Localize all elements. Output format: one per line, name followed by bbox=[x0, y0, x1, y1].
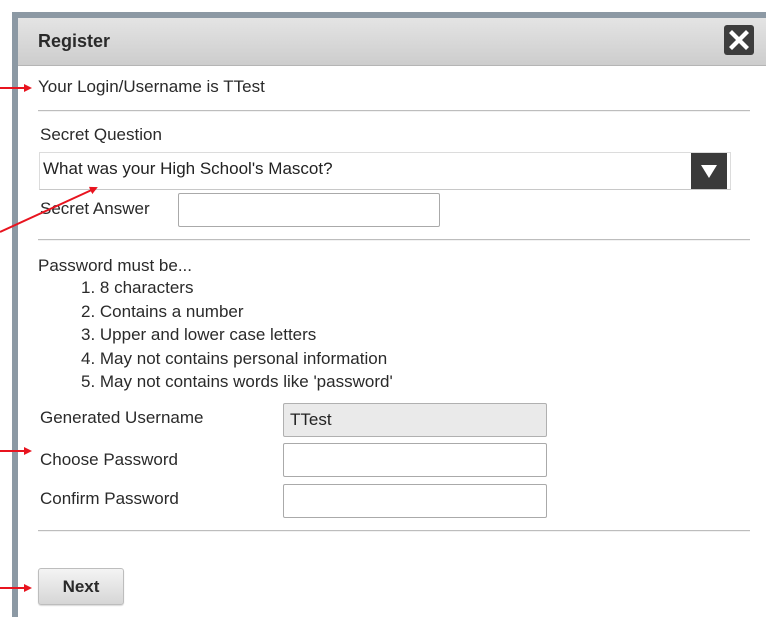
generated-username-field bbox=[283, 403, 547, 437]
chevron-down-icon bbox=[701, 165, 717, 178]
generated-username-label: Generated Username bbox=[40, 408, 204, 427]
divider-1 bbox=[38, 110, 750, 112]
register-dialog: Register Your Login/Username is TTest Se… bbox=[18, 18, 766, 617]
close-x-icon bbox=[729, 30, 749, 50]
password-rule-item: 2. Contains a number bbox=[81, 301, 244, 321]
password-rule-item: 5. May not contains words like 'password… bbox=[81, 372, 393, 392]
password-rule-item: 1. 8 characters bbox=[81, 278, 194, 297]
confirm-password-label: Confirm Password bbox=[40, 489, 179, 508]
divider-2 bbox=[38, 239, 750, 241]
close-button[interactable] bbox=[724, 25, 754, 55]
secret-question-selected: What was your High School's Mascot? bbox=[43, 159, 333, 178]
password-rule-item: 3. Upper and lower case letters bbox=[81, 325, 317, 345]
password-rule-item: 4. May not contains personal information bbox=[81, 348, 388, 368]
secret-question-dropdown-button[interactable] bbox=[691, 153, 727, 189]
dialog-title: Register bbox=[38, 31, 111, 51]
confirm-password-input[interactable] bbox=[283, 484, 547, 518]
choose-password-label: Choose Password bbox=[40, 450, 178, 469]
divider-3 bbox=[38, 530, 750, 532]
next-button[interactable]: Next bbox=[38, 568, 124, 605]
login-username-message: Your Login/Username is TTest bbox=[38, 77, 265, 96]
dialog-titlebar: Register bbox=[18, 18, 766, 66]
secret-question-label: Secret Question bbox=[40, 125, 162, 144]
secret-answer-label: Secret Answer bbox=[40, 199, 150, 218]
password-rules-list: 1. 8 characters 2. Contains a number 3. … bbox=[81, 276, 393, 394]
screenshot-stage: Register Your Login/Username is TTest Se… bbox=[0, 0, 766, 617]
choose-password-input[interactable] bbox=[283, 443, 547, 477]
password-rules-heading: Password must be... bbox=[38, 256, 193, 275]
secret-answer-input[interactable] bbox=[178, 193, 440, 227]
secret-question-select[interactable]: What was your High School's Mascot? bbox=[39, 152, 731, 190]
